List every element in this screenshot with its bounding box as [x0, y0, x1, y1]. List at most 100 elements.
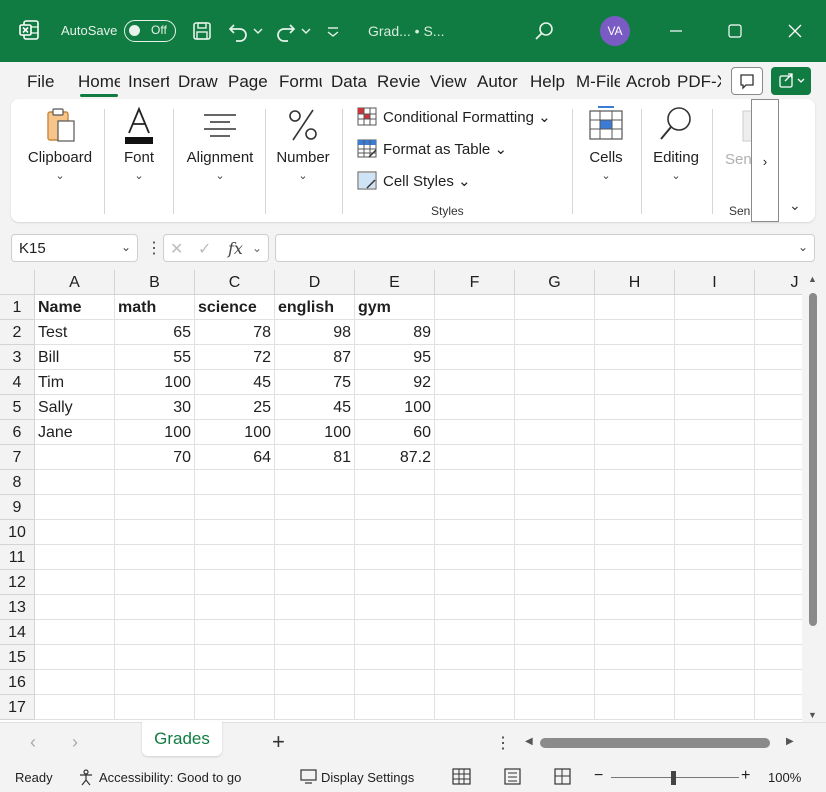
column-header[interactable]: I	[675, 270, 755, 295]
worksheet-grid[interactable]: A B C D E F G H I J 1 Name math science english gym 2 Tes…	[0, 270, 802, 722]
cell-G5[interactable]	[515, 395, 595, 420]
formula-input[interactable]: ⌄	[275, 234, 815, 262]
scroll-right-icon[interactable]: ▶	[786, 736, 794, 747]
select-all-corner[interactable]	[0, 270, 35, 295]
cell-C12[interactable]	[195, 570, 275, 595]
cell-G10[interactable]	[515, 520, 595, 545]
cancel-icon[interactable]: ✕	[170, 239, 183, 259]
column-header[interactable]: E	[355, 270, 435, 295]
cell-I5[interactable]	[675, 395, 755, 420]
cell-D3[interactable]: 87	[275, 345, 355, 370]
cell-J6[interactable]	[755, 420, 802, 445]
cell-I6[interactable]	[675, 420, 755, 445]
search-icon[interactable]	[532, 19, 556, 43]
cell-A4[interactable]: Tim	[35, 370, 115, 395]
row-header[interactable]: 2	[0, 320, 35, 345]
ribbon-scroll-right-button[interactable]: ›	[751, 99, 779, 222]
cell-A11[interactable]	[35, 545, 115, 570]
cell-I12[interactable]	[675, 570, 755, 595]
cell-E14[interactable]	[355, 620, 435, 645]
cell-A16[interactable]	[35, 670, 115, 695]
cell-G1[interactable]	[515, 295, 595, 320]
tab-acrobat[interactable]: Acrob	[626, 72, 671, 92]
row-header[interactable]: 5	[0, 395, 35, 420]
row-header[interactable]: 12	[0, 570, 35, 595]
cell-F3[interactable]	[435, 345, 515, 370]
cell-E6[interactable]: 60	[355, 420, 435, 445]
cell-H10[interactable]	[595, 520, 675, 545]
column-header[interactable]: J	[755, 270, 802, 295]
cell-A5[interactable]: Sally	[35, 395, 115, 420]
cell-H4[interactable]	[595, 370, 675, 395]
cell-G4[interactable]	[515, 370, 595, 395]
comments-button[interactable]	[731, 67, 763, 95]
cell-B16[interactable]	[115, 670, 195, 695]
cell-A13[interactable]	[35, 595, 115, 620]
row-header[interactable]: 15	[0, 645, 35, 670]
row-header[interactable]: 14	[0, 620, 35, 645]
cell-J17[interactable]	[755, 695, 802, 720]
next-sheet-icon[interactable]: ›	[72, 732, 78, 753]
column-header[interactable]: D	[275, 270, 355, 295]
cell-A12[interactable]	[35, 570, 115, 595]
cell-C2[interactable]: 78	[195, 320, 275, 345]
cell-J2[interactable]	[755, 320, 802, 345]
undo-dropdown-icon[interactable]	[252, 19, 264, 43]
scrollbar-thumb[interactable]	[809, 293, 817, 626]
cell-H6[interactable]	[595, 420, 675, 445]
row-header[interactable]: 1	[0, 295, 35, 320]
cell-I3[interactable]	[675, 345, 755, 370]
cell-D1[interactable]: english	[275, 295, 355, 320]
cell-D2[interactable]: 98	[275, 320, 355, 345]
scroll-up-icon[interactable]: ▲	[808, 274, 817, 284]
cell-I8[interactable]	[675, 470, 755, 495]
tab-formulas[interactable]: Formu	[279, 72, 322, 92]
cell-C4[interactable]: 45	[195, 370, 275, 395]
cell-F1[interactable]	[435, 295, 515, 320]
row-header[interactable]: 13	[0, 595, 35, 620]
row-header[interactable]: 4	[0, 370, 35, 395]
alignment-group[interactable]: Alignment ⌄	[179, 99, 261, 222]
cell-C16[interactable]	[195, 670, 275, 695]
cell-E17[interactable]	[355, 695, 435, 720]
cell-B8[interactable]	[115, 470, 195, 495]
tab-view[interactable]: View	[430, 72, 468, 92]
cell-G13[interactable]	[515, 595, 595, 620]
chevron-down-icon[interactable]: ⌄	[121, 240, 131, 254]
cell-F11[interactable]	[435, 545, 515, 570]
cell-D9[interactable]	[275, 495, 355, 520]
cell-F13[interactable]	[435, 595, 515, 620]
cell-E12[interactable]	[355, 570, 435, 595]
cell-B5[interactable]: 30	[115, 395, 195, 420]
cell-A14[interactable]	[35, 620, 115, 645]
row-header[interactable]: 7	[0, 445, 35, 470]
document-title[interactable]: Grad... • S...	[368, 23, 444, 39]
cell-G8[interactable]	[515, 470, 595, 495]
cell-J3[interactable]	[755, 345, 802, 370]
horizontal-scrollbar-thumb[interactable]	[540, 738, 770, 748]
cell-I7[interactable]	[675, 445, 755, 470]
maximize-icon[interactable]	[722, 18, 748, 44]
cell-J11[interactable]	[755, 545, 802, 570]
number-group[interactable]: Number ⌄	[271, 99, 335, 222]
cell-J4[interactable]	[755, 370, 802, 395]
cell-C6[interactable]: 100	[195, 420, 275, 445]
cell-E4[interactable]: 92	[355, 370, 435, 395]
name-box[interactable]: K15 ⌄	[11, 234, 138, 262]
cell-A7[interactable]	[35, 445, 115, 470]
cell-H12[interactable]	[595, 570, 675, 595]
cell-F4[interactable]	[435, 370, 515, 395]
cell-C9[interactable]	[195, 495, 275, 520]
column-header[interactable]: A	[35, 270, 115, 295]
sheet-tab-grades[interactable]: Grades	[142, 722, 222, 756]
cell-G11[interactable]	[515, 545, 595, 570]
cell-H14[interactable]	[595, 620, 675, 645]
cell-B9[interactable]	[115, 495, 195, 520]
cell-J15[interactable]	[755, 645, 802, 670]
row-header[interactable]: 11	[0, 545, 35, 570]
cell-A10[interactable]	[35, 520, 115, 545]
scroll-left-icon[interactable]: ◀	[525, 736, 533, 747]
cell-F2[interactable]	[435, 320, 515, 345]
cell-E16[interactable]	[355, 670, 435, 695]
cell-D12[interactable]	[275, 570, 355, 595]
